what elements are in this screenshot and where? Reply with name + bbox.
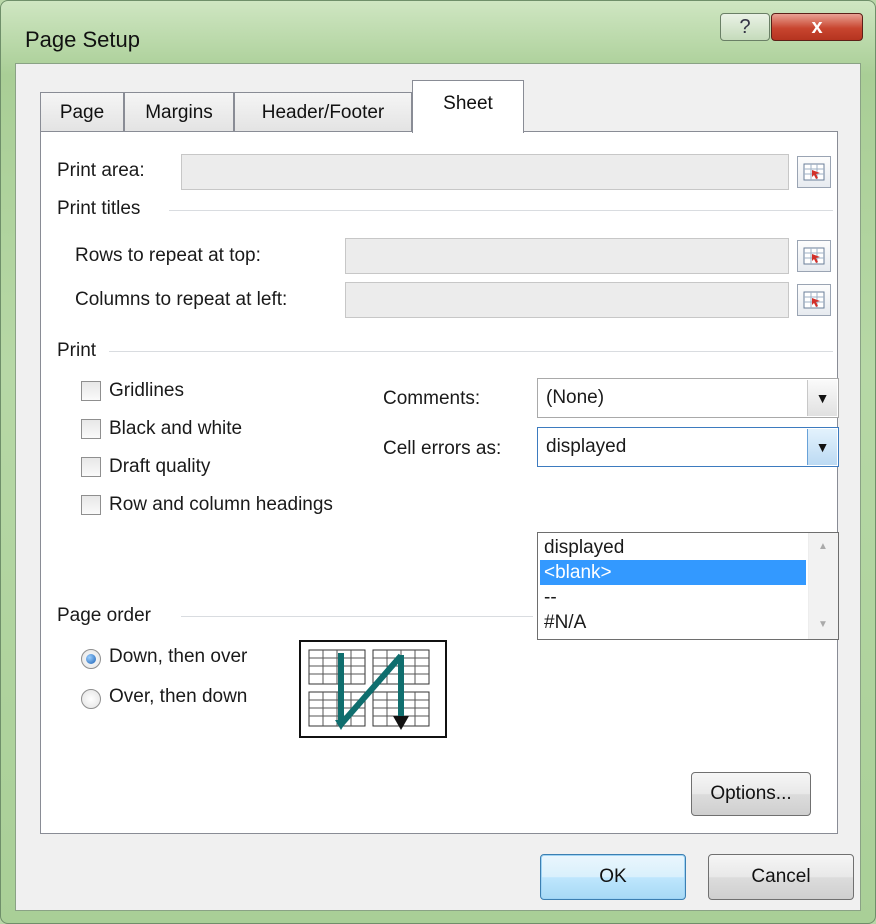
dropdown-option[interactable]: --: [540, 585, 806, 610]
range-select-icon: [803, 163, 825, 181]
dropdown-option[interactable]: #N/A: [540, 610, 806, 635]
draft-quality-label: Draft quality: [109, 456, 211, 477]
page-order-diagram-icon: [308, 649, 430, 730]
row-column-headings-checkbox[interactable]: [81, 495, 101, 515]
scroll-up-icon[interactable]: ▲: [818, 541, 828, 552]
dialog-body: Page Margins Header/Footer Sheet Print a…: [15, 63, 861, 911]
sheet-tab-panel: Print area: Print titles Rows to repeat …: [40, 131, 839, 834]
cols-repeat-label: Columns to repeat at left:: [75, 289, 288, 310]
range-select-icon: [803, 291, 825, 309]
chevron-down-icon[interactable]: ▼: [807, 429, 837, 465]
close-icon: x: [811, 15, 823, 38]
dropdown-option-highlighted[interactable]: <blank>: [540, 560, 806, 585]
dropdown-scrollbar[interactable]: ▲ ▼: [808, 533, 838, 639]
tab-bar: Page Margins Header/Footer Sheet: [40, 80, 640, 133]
cancel-button[interactable]: Cancel: [708, 854, 854, 900]
rows-repeat-input[interactable]: [345, 238, 789, 274]
help-icon: ?: [739, 15, 751, 38]
options-button[interactable]: Options...: [691, 772, 811, 816]
print-separator: [109, 351, 833, 352]
print-titles-separator: [169, 210, 833, 211]
tab-page[interactable]: Page: [40, 92, 124, 132]
row-column-headings-label: Row and column headings: [109, 494, 333, 515]
page-setup-dialog: Page Setup ? x Page Margins Header/Foote…: [0, 0, 876, 924]
page-order-separator: [181, 616, 533, 617]
tab-sheet[interactable]: Sheet: [412, 80, 524, 133]
dialog-title: Page Setup: [25, 27, 140, 52]
tab-header-footer[interactable]: Header/Footer: [234, 92, 412, 132]
scroll-down-icon[interactable]: ▼: [818, 619, 828, 630]
comments-label: Comments:: [383, 388, 481, 409]
comments-select[interactable]: (None) ▼: [537, 378, 839, 418]
page-order-preview: [299, 640, 447, 738]
dropdown-option[interactable]: displayed: [540, 535, 806, 560]
print-area-range-picker[interactable]: [797, 156, 831, 188]
cell-errors-value: displayed: [546, 436, 627, 457]
cell-errors-label: Cell errors as:: [383, 438, 502, 459]
chevron-down-icon[interactable]: ▼: [807, 380, 837, 416]
over-then-down-radio[interactable]: [81, 689, 101, 709]
cols-repeat-range-picker[interactable]: [797, 284, 831, 316]
print-area-input[interactable]: [181, 154, 789, 190]
over-then-down-label: Over, then down: [109, 686, 248, 707]
gridlines-checkbox[interactable]: [81, 381, 101, 401]
gridlines-label: Gridlines: [109, 380, 184, 401]
close-button[interactable]: x: [771, 13, 863, 41]
black-and-white-checkbox[interactable]: [81, 419, 101, 439]
range-select-icon: [803, 247, 825, 265]
print-group-label: Print: [57, 340, 97, 361]
comments-value: (None): [546, 387, 605, 408]
print-area-label: Print area:: [57, 160, 145, 181]
cell-errors-dropdown-list: displayed <blank> -- #N/A ▲ ▼: [537, 532, 839, 640]
draft-quality-checkbox[interactable]: [81, 457, 101, 477]
down-then-over-radio[interactable]: [81, 649, 101, 669]
tab-margins[interactable]: Margins: [124, 92, 234, 132]
cols-repeat-input[interactable]: [345, 282, 789, 318]
print-titles-label: Print titles: [57, 198, 141, 219]
rows-repeat-label: Rows to repeat at top:: [75, 245, 261, 266]
black-and-white-label: Black and white: [109, 418, 243, 439]
page-order-group-label: Page order: [57, 605, 152, 626]
rows-repeat-range-picker[interactable]: [797, 240, 831, 272]
down-then-over-label: Down, then over: [109, 646, 248, 667]
cell-errors-select[interactable]: displayed ▼: [537, 427, 839, 467]
ok-button[interactable]: OK: [540, 854, 686, 900]
help-button[interactable]: ?: [720, 13, 770, 41]
